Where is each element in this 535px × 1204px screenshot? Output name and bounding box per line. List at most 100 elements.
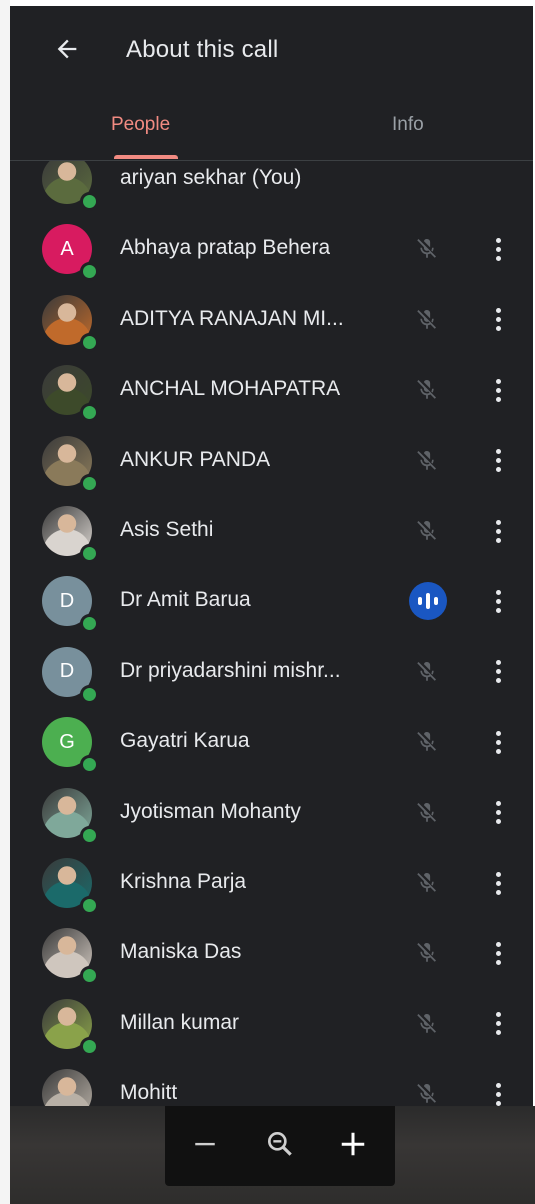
more-options-icon[interactable] <box>488 797 508 829</box>
avatar <box>42 294 99 352</box>
mic-off-icon[interactable] <box>412 657 442 687</box>
mic-off-icon[interactable] <box>412 1079 442 1106</box>
more-options-icon[interactable] <box>488 585 508 617</box>
participant-row[interactable]: Asis Sethi <box>10 496 533 566</box>
participant-name: ANKUR PANDA <box>120 447 271 471</box>
more-options-icon[interactable] <box>488 233 508 265</box>
mic-off-icon[interactable] <box>412 516 442 546</box>
menu-dot <box>495 607 501 613</box>
participant-row[interactable]: D Dr Amit Barua <box>10 566 533 636</box>
online-status-dot <box>80 966 99 986</box>
participant-row[interactable]: ANKUR PANDA <box>10 426 533 496</box>
minus-icon[interactable] <box>185 1124 225 1164</box>
menu-dot <box>495 1100 501 1106</box>
arrow-back-icon[interactable] <box>50 32 84 66</box>
participant-name: ANCHAL MOHAPATRA <box>120 377 341 401</box>
participant-name: Krishna Parja <box>120 870 247 893</box>
menu-dot <box>495 1012 501 1018</box>
avatar <box>42 1069 92 1106</box>
avatar: G <box>42 717 99 775</box>
tab-bar: People Info <box>10 96 533 161</box>
online-status-dot <box>80 684 99 704</box>
participant-name: Jyotisman Mohanty <box>120 799 301 823</box>
profile-photo <box>42 1069 92 1106</box>
mic-off-icon[interactable] <box>412 727 442 757</box>
menu-dot <box>495 889 501 895</box>
mic-off-icon[interactable] <box>412 1009 442 1039</box>
menu-dot <box>495 1091 501 1097</box>
more-options-icon[interactable] <box>488 1078 508 1106</box>
more-options-icon[interactable] <box>488 515 508 547</box>
participant-row[interactable]: ANCHAL MOHAPATRA <box>10 355 533 425</box>
menu-dot <box>495 678 501 684</box>
participants-list[interactable]: ariyan sekhar (You) A Abhaya pratap Behera… <box>10 161 533 1106</box>
speaking-indicator-icon <box>409 582 447 621</box>
more-options-icon[interactable] <box>488 867 508 899</box>
mic-off-icon[interactable] <box>412 375 442 405</box>
participant-row[interactable]: D Dr priyadarshini mishr... <box>10 637 533 707</box>
participant-name: ADITYA RANAJAN MI... <box>120 306 344 330</box>
menu-dot <box>495 748 501 754</box>
participant-name: Dr priyadarshini mishr... <box>120 658 341 682</box>
more-options-icon[interactable] <box>488 374 508 406</box>
participant-name: Maniska Das <box>120 940 242 964</box>
participant-name: Abhaya pratap Behera <box>120 236 331 260</box>
menu-dot <box>495 801 501 807</box>
more-options-icon[interactable] <box>488 304 508 336</box>
more-options-icon[interactable] <box>488 937 508 969</box>
online-status-dot <box>80 403 99 423</box>
menu-dot <box>495 537 501 543</box>
mic-off-icon[interactable] <box>412 868 442 898</box>
more-options-icon[interactable] <box>488 1008 508 1040</box>
participant-name: Millan kumar <box>120 1010 240 1034</box>
participant-name: Dr Amit Barua <box>120 588 251 612</box>
mic-off-icon[interactable] <box>412 446 442 476</box>
avatar <box>42 998 99 1056</box>
more-options-icon[interactable] <box>488 726 508 758</box>
plus-icon[interactable] <box>333 1124 373 1164</box>
menu-dot <box>495 458 501 464</box>
participant-row[interactable]: Maniska Das <box>10 918 533 988</box>
participant-name: Mohitt <box>120 1081 178 1105</box>
participant-row[interactable]: Jyotisman Mohanty <box>10 778 533 848</box>
avatar: A <box>42 224 99 282</box>
tab-info[interactable]: Info <box>392 114 424 136</box>
tab-people[interactable]: People <box>111 114 170 136</box>
online-status-dot <box>80 473 99 493</box>
menu-dot <box>495 317 501 323</box>
active-tab-indicator <box>114 155 178 159</box>
mic-off-icon[interactable] <box>412 938 442 968</box>
menu-dot <box>495 326 501 332</box>
participant-row[interactable]: ariyan sekhar (You) <box>10 161 533 214</box>
avatar <box>42 506 99 563</box>
participant-row[interactable]: Millan kumar <box>10 989 533 1059</box>
mic-off-icon[interactable] <box>412 305 442 335</box>
zoom-toolbar <box>165 1106 395 1186</box>
mic-off-icon[interactable] <box>412 798 442 828</box>
zoom-search-icon[interactable] <box>260 1124 300 1164</box>
participant-row[interactable]: G Gayatri Karua <box>10 707 533 777</box>
mic-off-icon[interactable] <box>412 234 442 264</box>
participant-row[interactable]: Mohitt <box>10 1059 533 1106</box>
menu-dot <box>495 950 501 956</box>
participant-row[interactable]: ADITYA RANAJAN MI... <box>10 285 533 355</box>
avatar-initial: G <box>59 730 75 753</box>
menu-dot <box>495 941 501 947</box>
more-options-icon[interactable] <box>488 656 508 688</box>
participant-row[interactable]: Krishna Parja <box>10 848 533 918</box>
menu-dot <box>495 387 501 393</box>
online-status-dot <box>80 1036 99 1056</box>
participant-name: Gayatri Karua <box>120 729 250 753</box>
online-status-dot <box>80 614 99 634</box>
participant-row[interactable]: A Abhaya pratap Behera <box>10 214 533 284</box>
call-details-panel: About this call People Info ariyan sekha… <box>10 6 533 1106</box>
avatar: D <box>42 646 99 704</box>
menu-dot <box>495 959 501 965</box>
menu-dot <box>495 1021 501 1027</box>
app-header: About this call <box>10 6 533 96</box>
participant-name: Asis Sethi <box>120 518 214 541</box>
online-status-dot <box>80 825 99 845</box>
more-options-icon[interactable] <box>488 445 508 477</box>
avatar <box>42 928 99 986</box>
audio-level-bar <box>418 597 422 606</box>
